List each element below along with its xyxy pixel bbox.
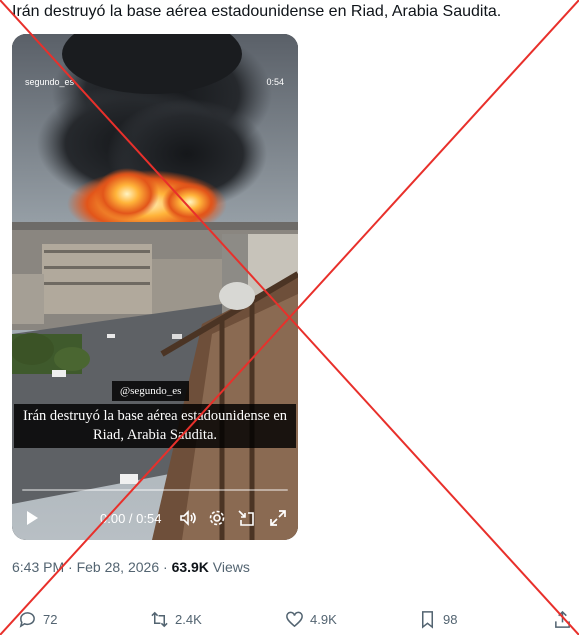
bookmark-button[interactable]: 98 <box>418 605 457 633</box>
video-watermark: segundo_es <box>25 77 75 87</box>
tweet-actions: 72 2.4K 4.9K 98 <box>0 605 579 633</box>
caption-handle: @segundo_es <box>112 381 190 401</box>
tweet-text: Irán destruyó la base aérea estadouniden… <box>12 3 502 20</box>
meta-separator: · <box>159 559 172 575</box>
volume-icon <box>180 510 196 526</box>
reply-button[interactable]: 72 <box>18 605 57 633</box>
video-progress-bar[interactable] <box>22 489 288 491</box>
video-controls: 0:00 / 0:54 <box>12 504 298 532</box>
like-button[interactable]: 4.9K <box>285 605 337 633</box>
repost-count: 2.4K <box>175 611 202 627</box>
dock-icon <box>238 510 254 526</box>
reply-icon <box>19 611 35 628</box>
tweet-date[interactable]: Feb 28, 2026 <box>77 559 160 575</box>
share-icon <box>555 610 570 628</box>
video-frame <box>12 34 298 540</box>
repost-icon <box>151 611 168 627</box>
meta-separator: · <box>64 559 77 575</box>
share-button[interactable] <box>553 605 572 633</box>
bookmark-icon <box>421 610 434 629</box>
video-duration-badge: 0:54 <box>266 77 284 87</box>
gear-icon <box>209 510 225 526</box>
dock-button[interactable] <box>236 508 256 528</box>
repost-button[interactable]: 2.4K <box>150 605 202 633</box>
views-label: Views <box>208 559 250 575</box>
mute-button[interactable] <box>178 508 198 528</box>
bookmark-count: 98 <box>443 611 458 627</box>
views-count: 63.9K <box>171 559 209 575</box>
like-count: 4.9K <box>310 611 337 627</box>
heart-icon <box>286 611 303 627</box>
play-icon <box>27 511 38 525</box>
video-caption: Irán destruyó la base aérea estadouniden… <box>14 404 296 448</box>
fullscreen-icon <box>270 510 286 526</box>
fullscreen-button[interactable] <box>268 508 288 528</box>
play-button[interactable] <box>22 508 42 528</box>
tweet-time[interactable]: 6:43 PM <box>12 559 64 575</box>
video-time-readout: 0:00 / 0:54 <box>100 511 162 526</box>
reply-count: 72 <box>43 611 58 627</box>
settings-button[interactable] <box>207 508 227 528</box>
video-player[interactable]: segundo_es 0:54 @segundo_es Irán destruy… <box>12 34 298 540</box>
tweet-meta: 6:43 PM · Feb 28, 2026 · 63.9K Views <box>12 559 250 575</box>
